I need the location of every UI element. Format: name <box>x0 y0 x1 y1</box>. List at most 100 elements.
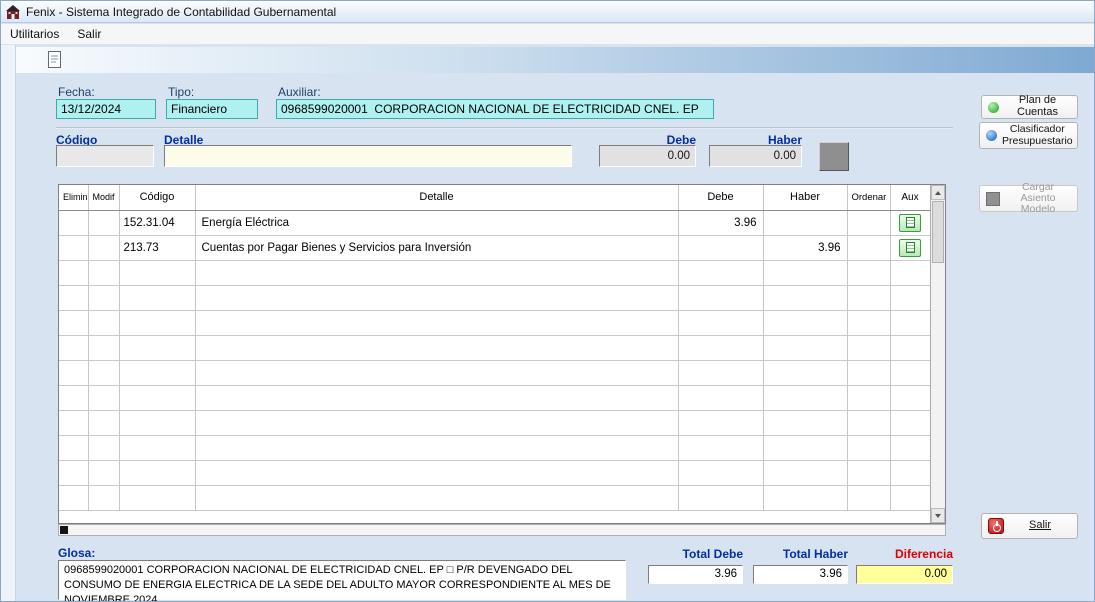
empty-cell <box>88 360 119 385</box>
diferencia-value: 0.00 <box>856 565 953 584</box>
empty-cell <box>890 335 930 360</box>
empty-cell <box>890 310 930 335</box>
tipo-field[interactable] <box>166 99 258 119</box>
auxiliar-label: Auxiliar: <box>278 85 321 99</box>
empty-cell <box>88 460 119 485</box>
clasificador-icon <box>986 130 997 141</box>
empty-cell <box>763 385 847 410</box>
empty-cell <box>59 335 88 360</box>
menubar: Utilitarios Salir <box>1 24 1094 45</box>
empty-cell <box>763 285 847 310</box>
empty-cell <box>88 410 119 435</box>
codigo-entry-input[interactable] <box>56 145 154 167</box>
vertical-scrollbar[interactable] <box>930 185 945 523</box>
table-empty-row <box>59 385 930 410</box>
table-empty-row <box>59 260 930 285</box>
empty-cell <box>195 460 678 485</box>
empty-cell <box>59 285 88 310</box>
aux-cell <box>890 235 930 260</box>
empty-cell <box>847 260 890 285</box>
debe-entry-display: 0.00 <box>599 145 696 167</box>
plan-de-cuentas-icon <box>988 102 999 113</box>
salir-button[interactable]: Salir <box>981 513 1078 539</box>
aux-button[interactable] <box>899 239 921 257</box>
salir-button-label: Salir <box>1009 520 1071 532</box>
aux-button[interactable] <box>899 214 921 232</box>
empty-cell <box>88 385 119 410</box>
table-empty-row <box>59 485 930 510</box>
empty-cell <box>88 285 119 310</box>
elimin-cell <box>59 235 88 260</box>
table-header-row: Elimin Modif Código Detalle Debe Haber O… <box>59 185 930 210</box>
empty-cell <box>195 435 678 460</box>
empty-cell <box>678 410 763 435</box>
horizontal-scrollbar[interactable] <box>58 524 946 536</box>
empty-cell <box>195 335 678 360</box>
fecha-label: Fecha: <box>58 85 95 99</box>
empty-cell <box>119 335 195 360</box>
header-aux: Aux <box>890 185 930 210</box>
empty-cell <box>847 310 890 335</box>
power-icon <box>988 518 1004 534</box>
ordenar-cell <box>847 210 890 235</box>
empty-cell <box>119 410 195 435</box>
plan-de-cuentas-button[interactable]: Plan de Cuentas <box>981 95 1078 119</box>
empty-cell <box>847 410 890 435</box>
table-empty-row <box>59 435 930 460</box>
table-empty-row <box>59 310 930 335</box>
empty-cell <box>678 360 763 385</box>
codigo-cell: 152.31.04 <box>119 210 195 235</box>
clasificador-presupuestario-button[interactable]: Clasificador Presupuestario <box>979 122 1078 149</box>
empty-cell <box>678 385 763 410</box>
empty-cell <box>59 385 88 410</box>
empty-cell <box>847 360 890 385</box>
app-icon <box>5 4 21 20</box>
empty-cell <box>119 385 195 410</box>
cargar-asiento-icon <box>986 192 1000 206</box>
scroll-up-icon[interactable] <box>931 185 945 200</box>
empty-cell <box>847 485 890 510</box>
scroll-down-icon[interactable] <box>931 508 945 523</box>
empty-cell <box>119 360 195 385</box>
horizontal-scrollbar-thumb[interactable] <box>60 526 68 534</box>
glosa-label: Glosa: <box>58 546 95 560</box>
modif-cell <box>88 210 119 235</box>
empty-cell <box>59 310 88 335</box>
vertical-scrollbar-thumb[interactable] <box>932 201 944 263</box>
menu-salir[interactable]: Salir <box>68 25 110 43</box>
plan-de-cuentas-label: Plan de Cuentas <box>1004 95 1071 118</box>
debe-cell <box>678 235 763 260</box>
fecha-field[interactable] <box>56 99 156 119</box>
empty-cell <box>847 460 890 485</box>
entries-table-body: 152.31.04Energía Eléctrica3.96213.73Cuen… <box>59 210 930 510</box>
empty-cell <box>119 260 195 285</box>
aux-cell <box>890 210 930 235</box>
table-empty-row <box>59 460 930 485</box>
ordenar-cell <box>847 235 890 260</box>
empty-cell <box>763 360 847 385</box>
haber-entry-display: 0.00 <box>709 145 802 167</box>
empty-cell <box>678 485 763 510</box>
table-empty-row <box>59 285 930 310</box>
app-window: Fenix - Sistema Integrado de Contabilida… <box>0 0 1095 602</box>
new-document-icon[interactable] <box>46 50 64 70</box>
glosa-textarea[interactable]: 0968599020001 CORPORACION NACIONAL DE EL… <box>58 560 626 600</box>
total-debe-value: 3.96 <box>648 565 743 584</box>
empty-cell <box>678 435 763 460</box>
empty-cell <box>678 310 763 335</box>
header-ordenar: Ordenar <box>847 185 890 210</box>
empty-cell <box>88 260 119 285</box>
auxiliar-field[interactable] <box>276 99 714 119</box>
cargar-asiento-modelo-button[interactable]: Cargar Asiento Modelo <box>979 185 1078 212</box>
menu-utilitarios[interactable]: Utilitarios <box>1 25 68 43</box>
empty-cell <box>847 335 890 360</box>
empty-cell <box>890 385 930 410</box>
empty-cell <box>678 335 763 360</box>
empty-cell <box>119 310 195 335</box>
detalle-entry-input[interactable] <box>164 145 572 167</box>
empty-cell <box>763 260 847 285</box>
empty-cell <box>88 310 119 335</box>
add-entry-button[interactable] <box>819 142 849 171</box>
empty-cell <box>59 460 88 485</box>
empty-cell <box>195 310 678 335</box>
